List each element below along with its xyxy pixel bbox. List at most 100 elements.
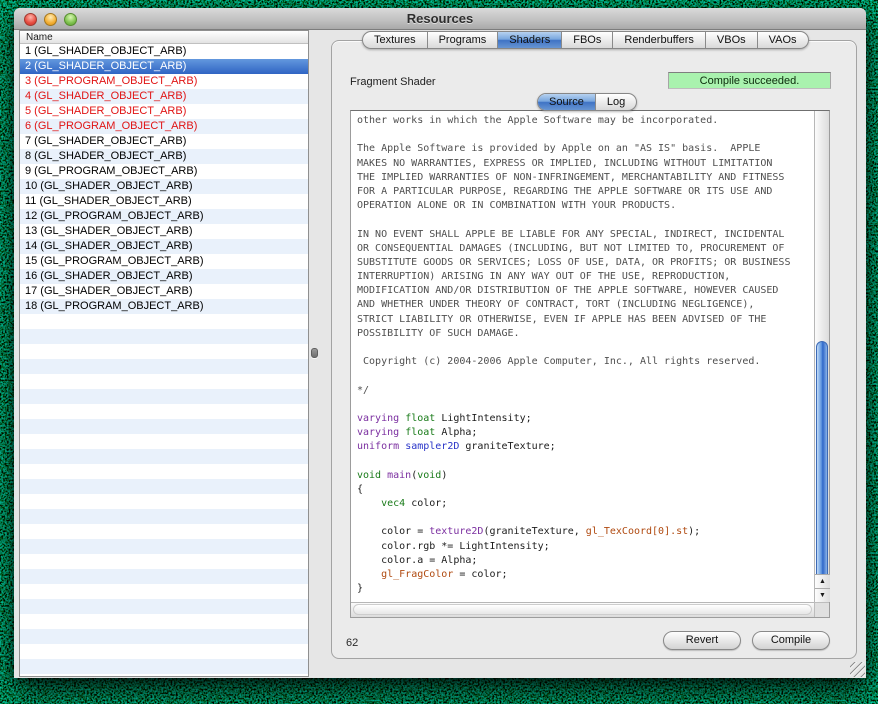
source-line: color.a = Alpha; [357, 555, 814, 569]
minimize-button-icon[interactable] [44, 13, 57, 26]
list-row-empty [20, 494, 308, 509]
source-line: */ [357, 385, 814, 399]
source-line: Copyright (c) 2004-2006 Apple Computer, … [357, 356, 814, 370]
source-line: The Apple Software is provided by Apple … [357, 143, 814, 157]
vertical-scrollbar[interactable]: ▲ ▼ [814, 111, 829, 602]
list-row[interactable]: 15 (GL_PROGRAM_OBJECT_ARB) [20, 254, 308, 269]
source-line: POSSIBILITY OF SUCH DAMAGE. [357, 328, 814, 342]
source-line: OPERATION ALONE OR IN COMBINATION WITH Y… [357, 200, 814, 214]
tab-renderbuffers[interactable]: Renderbuffers [612, 32, 705, 48]
list-row[interactable]: 8 (GL_SHADER_OBJECT_ARB) [20, 149, 308, 164]
list-row[interactable]: 9 (GL_PROGRAM_OBJECT_ARB) [20, 164, 308, 179]
source-line [357, 512, 814, 526]
list-row-empty [20, 539, 308, 554]
list-row-empty [20, 389, 308, 404]
source-line: AND WHETHER UNDER THEORY OF CONTRACT, TO… [357, 299, 814, 313]
tab-programs[interactable]: Programs [427, 32, 498, 48]
resource-tab-bar: TexturesProgramsShadersFBOsRenderbuffers… [362, 31, 809, 49]
splitter-handle[interactable] [311, 348, 318, 358]
list-row[interactable]: 11 (GL_SHADER_OBJECT_ARB) [20, 194, 308, 209]
list-row-empty [20, 644, 308, 659]
list-row-empty [20, 629, 308, 644]
list-row[interactable]: 13 (GL_SHADER_OBJECT_ARB) [20, 224, 308, 239]
list-row[interactable]: 10 (GL_SHADER_OBJECT_ARB) [20, 179, 308, 194]
close-button-icon[interactable] [24, 13, 37, 26]
source-line [357, 370, 814, 384]
source-line: uniform sampler2D graniteTexture; [357, 441, 814, 455]
scrollbar-corner [814, 602, 829, 617]
list-row[interactable]: 16 (GL_SHADER_OBJECT_ARB) [20, 269, 308, 284]
source-log-tab-bar: SourceLog [537, 93, 637, 111]
source-line: } [357, 583, 814, 597]
source-line: FOR A PARTICULAR PURPOSE, REGARDING THE … [357, 186, 814, 200]
shader-source-editor[interactable]: other works in which the Apple Software … [350, 110, 830, 618]
list-row-empty [20, 314, 308, 329]
title-bar[interactable]: Resources [14, 8, 866, 30]
resource-list: Name 1 (GL_SHADER_OBJECT_ARB)2 (GL_SHADE… [19, 30, 309, 677]
list-row-empty [20, 434, 308, 449]
list-body: 1 (GL_SHADER_OBJECT_ARB)2 (GL_SHADER_OBJ… [20, 44, 308, 677]
list-row-empty [20, 479, 308, 494]
shader-type-label: Fragment Shader [350, 76, 436, 88]
revert-button[interactable]: Revert [663, 631, 741, 650]
source-line: other works in which the Apple Software … [357, 115, 814, 129]
compile-button[interactable]: Compile [752, 631, 830, 650]
list-row[interactable]: 6 (GL_PROGRAM_OBJECT_ARB) [20, 119, 308, 134]
list-row-empty [20, 419, 308, 434]
list-row[interactable]: 2 (GL_SHADER_OBJECT_ARB) [20, 59, 308, 74]
tab-log[interactable]: Log [595, 94, 636, 110]
source-line: color = texture2D(graniteTexture, gl_Tex… [357, 526, 814, 540]
source-line: { [357, 484, 814, 498]
list-row-empty [20, 659, 308, 674]
list-row-empty [20, 509, 308, 524]
source-line: vec4 color; [357, 498, 814, 512]
tab-fbos[interactable]: FBOs [561, 32, 612, 48]
list-row[interactable]: 12 (GL_PROGRAM_OBJECT_ARB) [20, 209, 308, 224]
source-line: MAKES NO WARRANTIES, EXPRESS OR IMPLIED,… [357, 158, 814, 172]
resources-window: Resources Name 1 (GL_SHADER_OBJECT_ARB)2… [14, 8, 866, 678]
source-line: gl_FragColor = color; [357, 569, 814, 583]
source-line: void main(void) [357, 470, 814, 484]
resize-grip-icon[interactable] [850, 662, 865, 677]
scroll-up-arrow-icon[interactable]: ▲ [815, 574, 830, 588]
tab-textures[interactable]: Textures [363, 32, 427, 48]
list-row[interactable]: 5 (GL_SHADER_OBJECT_ARB) [20, 104, 308, 119]
source-line [357, 399, 814, 413]
list-row-empty [20, 404, 308, 419]
list-row-empty [20, 614, 308, 629]
source-line: color.rgb *= LightIntensity; [357, 541, 814, 555]
source-line [357, 456, 814, 470]
horizontal-scrollbar[interactable] [351, 602, 814, 617]
list-row[interactable]: 7 (GL_SHADER_OBJECT_ARB) [20, 134, 308, 149]
source-line [357, 129, 814, 143]
list-row[interactable]: 3 (GL_PROGRAM_OBJECT_ARB) [20, 74, 308, 89]
scroll-down-arrow-icon[interactable]: ▼ [815, 588, 830, 602]
list-row-empty [20, 569, 308, 584]
vertical-scrollbar-thumb[interactable] [816, 341, 828, 581]
list-row[interactable]: 4 (GL_SHADER_OBJECT_ARB) [20, 89, 308, 104]
list-column-header[interactable]: Name [20, 31, 308, 44]
zoom-button-icon[interactable] [64, 13, 77, 26]
source-line: STRICT LIABILITY OR OTHERWISE, EVEN IF A… [357, 314, 814, 328]
list-row[interactable]: 17 (GL_SHADER_OBJECT_ARB) [20, 284, 308, 299]
tab-vaos[interactable]: VAOs [757, 32, 808, 48]
list-row[interactable]: 1 (GL_SHADER_OBJECT_ARB) [20, 44, 308, 59]
list-row-empty [20, 584, 308, 599]
source-line [357, 342, 814, 356]
source-line: varying float LightIntensity; [357, 413, 814, 427]
list-row-empty [20, 599, 308, 614]
list-row[interactable]: 14 (GL_SHADER_OBJECT_ARB) [20, 239, 308, 254]
tab-shaders[interactable]: Shaders [497, 32, 561, 48]
source-line: OR CONSEQUENTIAL DAMAGES (INCLUDING, BUT… [357, 243, 814, 257]
list-row-empty [20, 374, 308, 389]
list-row-empty [20, 524, 308, 539]
compile-status-badge: Compile succeeded. [668, 72, 831, 89]
horizontal-scrollbar-thumb[interactable] [353, 604, 812, 615]
tab-source[interactable]: Source [538, 94, 595, 110]
list-row[interactable]: 18 (GL_PROGRAM_OBJECT_ARB) [20, 299, 308, 314]
window-title: Resources [14, 8, 866, 30]
source-code[interactable]: other works in which the Apple Software … [351, 111, 814, 602]
list-row-empty [20, 449, 308, 464]
tab-vbos[interactable]: VBOs [705, 32, 757, 48]
list-row-empty [20, 554, 308, 569]
